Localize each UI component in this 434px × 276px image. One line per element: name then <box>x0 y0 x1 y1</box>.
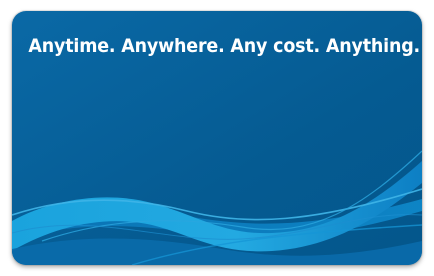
card: Anytime. Anywhere. Any cost. Anything. <box>12 11 422 265</box>
wave-swoosh-graphic <box>12 150 422 265</box>
